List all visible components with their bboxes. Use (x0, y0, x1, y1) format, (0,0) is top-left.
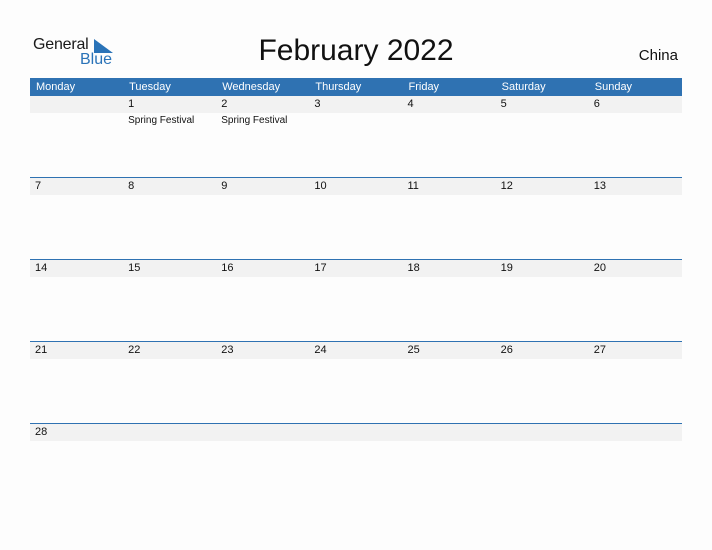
day-cell[interactable]: 24 (309, 342, 402, 358)
day-number: 13 (593, 180, 606, 192)
day-number: 27 (593, 344, 606, 356)
day-cell[interactable]: 14 (30, 260, 123, 276)
day-number: 3 (314, 98, 321, 110)
day-number: 23 (221, 344, 234, 356)
day-cell[interactable] (496, 424, 589, 440)
day-number: 28 (35, 426, 48, 438)
day-number: 17 (314, 262, 327, 274)
day-cell[interactable]: 4 (403, 96, 496, 128)
day-cell[interactable]: 26 (496, 342, 589, 358)
week-row: 28 (30, 423, 682, 505)
day-cell[interactable] (123, 424, 216, 440)
day-cell[interactable]: 10 (309, 178, 402, 194)
day-cell[interactable]: 5 (496, 96, 589, 128)
holiday-label: Spring Festival (221, 115, 288, 126)
holiday-label: Spring Festival (128, 115, 195, 126)
day-cell[interactable] (403, 424, 496, 440)
day-cell[interactable]: 2 Spring Festival (216, 96, 309, 128)
day-cell[interactable]: 28 (30, 424, 123, 440)
day-cell[interactable]: 9 (216, 178, 309, 194)
weekday-tuesday: Tuesday (129, 81, 171, 93)
week-row: 14 15 16 17 18 19 20 (30, 259, 682, 341)
country-label: China (638, 47, 678, 64)
day-number: 9 (221, 180, 228, 192)
day-cell[interactable] (309, 424, 402, 440)
calendar-grid: Monday Tuesday Wednesday Thursday Friday… (30, 78, 682, 505)
day-number: 25 (407, 344, 420, 356)
day-cell[interactable]: 3 (309, 96, 402, 128)
weekday-saturday: Saturday (501, 81, 546, 93)
day-cell[interactable]: 21 (30, 342, 123, 358)
day-cell[interactable]: 22 (123, 342, 216, 358)
day-number: 18 (407, 262, 420, 274)
day-cell[interactable]: 6 (589, 96, 682, 128)
day-cell[interactable]: 16 (216, 260, 309, 276)
day-cell[interactable]: 19 (496, 260, 589, 276)
day-cell[interactable]: 12 (496, 178, 589, 194)
day-number: 1 (128, 98, 135, 110)
day-number: 16 (221, 262, 234, 274)
day-number: 19 (500, 262, 513, 274)
day-number: 8 (128, 180, 135, 192)
day-cell[interactable]: 17 (309, 260, 402, 276)
weekday-header: Monday Tuesday Wednesday Thursday Friday… (30, 78, 682, 96)
day-number: 22 (128, 344, 141, 356)
weekday-wednesday: Wednesday (222, 81, 281, 93)
day-number: 7 (35, 180, 42, 192)
day-number: 4 (407, 98, 414, 110)
day-number: 6 (593, 98, 600, 110)
day-number: 21 (35, 344, 48, 356)
day-number: 10 (314, 180, 327, 192)
day-number: 14 (35, 262, 48, 274)
day-cell[interactable]: 8 (123, 178, 216, 194)
day-cell[interactable]: 13 (589, 178, 682, 194)
day-cell[interactable]: 11 (403, 178, 496, 194)
day-cell[interactable]: 23 (216, 342, 309, 358)
day-number: 5 (500, 98, 507, 110)
day-cell[interactable]: 18 (403, 260, 496, 276)
day-number: 12 (500, 180, 513, 192)
week-row: 21 22 23 24 25 26 27 (30, 341, 682, 423)
day-number: 26 (500, 344, 513, 356)
day-cell[interactable]: 20 (589, 260, 682, 276)
day-number: 2 (221, 98, 228, 110)
day-cell[interactable]: 27 (589, 342, 682, 358)
day-cell[interactable] (216, 424, 309, 440)
weekday-thursday: Thursday (315, 81, 362, 93)
week-row: 1 Spring Festival 2 Spring Festival 3 4 5 6 (30, 96, 682, 177)
day-number: 11 (407, 180, 419, 192)
weekday-sunday: Sunday (594, 81, 633, 93)
week-row: 7 8 9 10 11 12 13 (30, 177, 682, 259)
day-cell[interactable]: 15 (123, 260, 216, 276)
page-title: February 2022 (258, 34, 454, 67)
day-number: 24 (314, 344, 327, 356)
day-cell[interactable]: 1 Spring Festival (123, 96, 216, 128)
day-cell[interactable] (589, 424, 682, 440)
day-cell[interactable]: 7 (30, 178, 123, 194)
day-number: 15 (128, 262, 141, 274)
day-number: 20 (593, 262, 606, 274)
weekday-monday: Monday (36, 81, 76, 93)
day-cell[interactable] (30, 96, 123, 128)
day-cell[interactable]: 25 (403, 342, 496, 358)
weekday-friday: Friday (408, 81, 440, 93)
